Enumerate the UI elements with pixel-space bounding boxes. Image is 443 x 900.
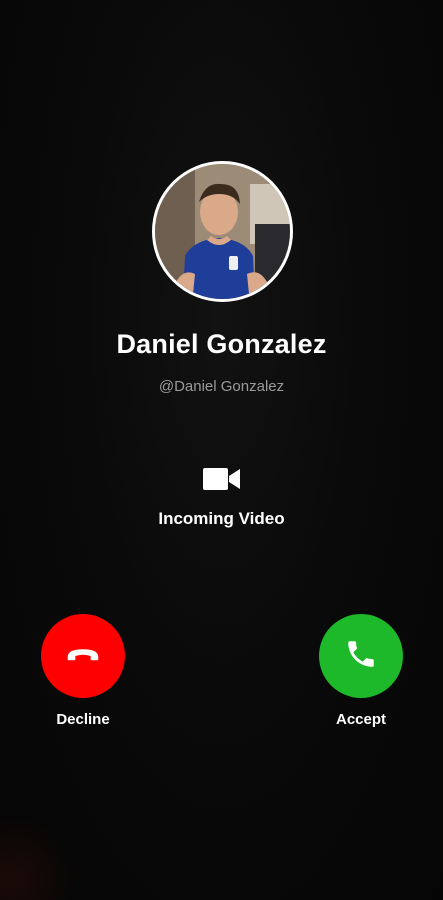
accept-button[interactable] bbox=[319, 614, 403, 698]
caller-avatar bbox=[152, 161, 293, 302]
caller-photo bbox=[155, 164, 290, 299]
incoming-call-screen: Daniel Gonzalez @Daniel Gonzalez Incomin… bbox=[0, 0, 443, 900]
caller-name: Daniel Gonzalez bbox=[116, 329, 327, 359]
phone-hangup-icon bbox=[66, 645, 100, 667]
video-camera-icon bbox=[202, 466, 242, 492]
phone-icon bbox=[344, 637, 378, 676]
decline-label: Decline bbox=[56, 711, 110, 728]
accept-label: Accept bbox=[335, 711, 387, 728]
decline-button[interactable] bbox=[41, 614, 125, 698]
background-glow bbox=[0, 820, 80, 900]
caller-handle: @Daniel Gonzalez bbox=[158, 378, 285, 395]
call-type-label: Incoming Video bbox=[158, 509, 285, 528]
